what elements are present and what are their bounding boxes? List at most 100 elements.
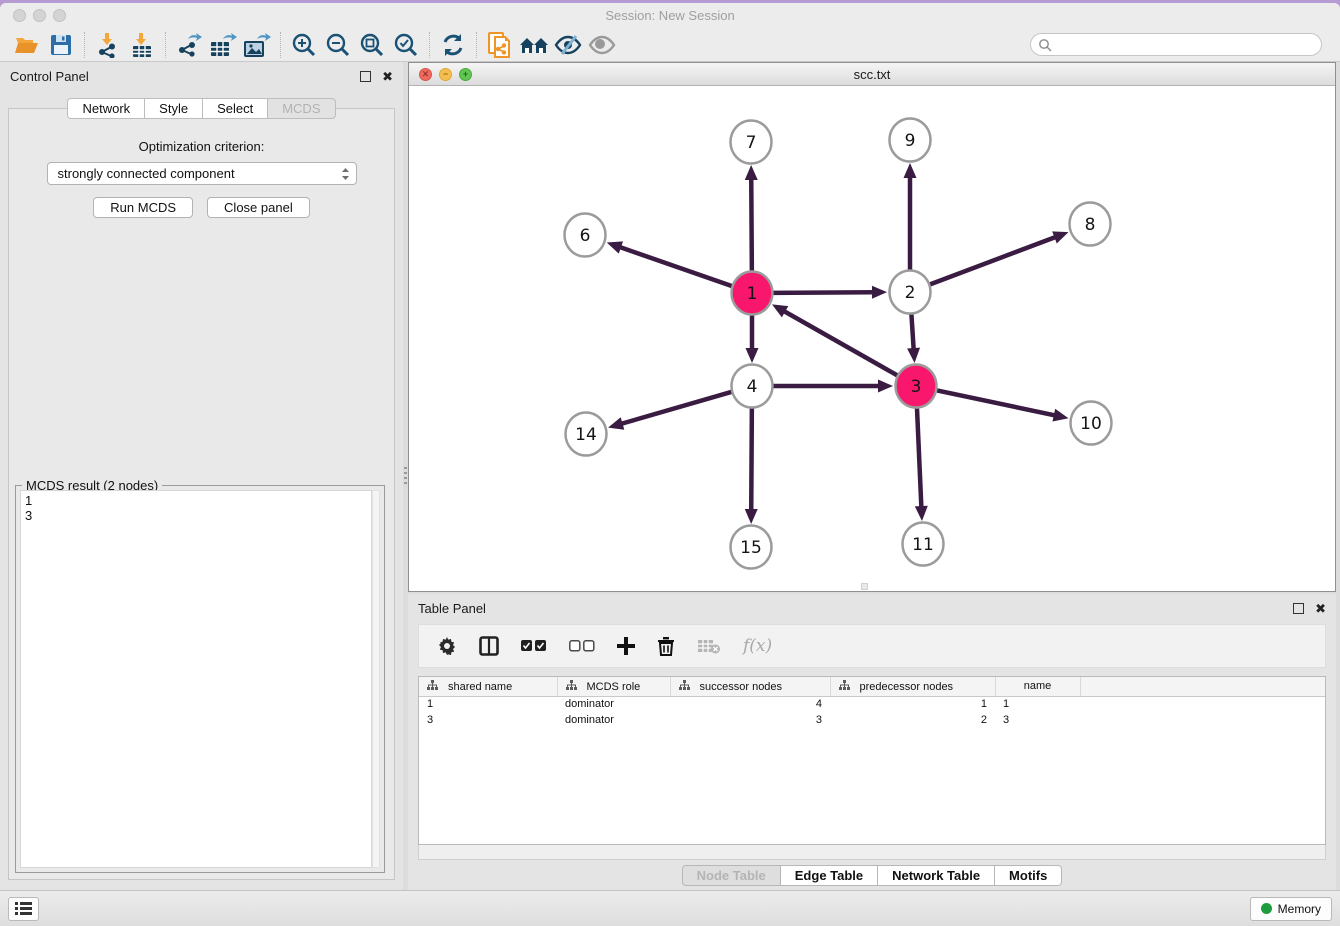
column-settings-icon[interactable] bbox=[479, 636, 499, 656]
column-header-name[interactable]: name bbox=[995, 677, 1080, 696]
edge-arrowhead bbox=[1052, 409, 1068, 422]
network-graph[interactable]: 1234678910111415 bbox=[409, 86, 1335, 586]
edge-arrowhead bbox=[608, 417, 624, 429]
table-scrollbar[interactable] bbox=[418, 845, 1326, 860]
column-header-MCDS-role[interactable]: MCDS role bbox=[557, 677, 670, 696]
zoom-in-icon[interactable] bbox=[287, 31, 321, 59]
tab-motifs[interactable]: Motifs bbox=[995, 865, 1062, 886]
float-table-panel-icon[interactable] bbox=[1293, 603, 1304, 614]
import-network-icon[interactable] bbox=[91, 31, 125, 59]
network-window-title: scc.txt bbox=[409, 67, 1335, 82]
network-zoom-button[interactable]: + bbox=[459, 68, 472, 81]
node-label: 10 bbox=[1080, 414, 1102, 434]
select-all-icon[interactable] bbox=[521, 640, 547, 652]
run-mcds-button[interactable]: Run MCDS bbox=[93, 197, 193, 218]
open-session-icon[interactable] bbox=[10, 31, 44, 59]
table-cell[interactable]: 1 bbox=[419, 696, 557, 712]
export-table-icon[interactable] bbox=[206, 31, 240, 59]
selected-option: strongly connected component bbox=[58, 166, 341, 181]
edge-arrowhead bbox=[872, 286, 887, 299]
float-panel-icon[interactable] bbox=[360, 71, 371, 82]
close-table-panel-icon[interactable]: ✖ bbox=[1315, 602, 1326, 615]
table-panel: Table Panel ✖ bbox=[408, 594, 1336, 890]
graph-edge-1-2[interactable] bbox=[773, 292, 874, 293]
tab-network-table[interactable]: Network Table bbox=[878, 865, 995, 886]
graph-edge-1-7[interactable] bbox=[751, 178, 752, 272]
delete-table-icon bbox=[697, 638, 721, 654]
table-tabbar: Node Table Edge Table Network Table Moti… bbox=[408, 860, 1336, 890]
mcds-result-box: MCDS result (2 nodes) 1 3 bbox=[15, 485, 385, 873]
table-cell[interactable]: 3 bbox=[670, 712, 830, 728]
delete-row-icon[interactable] bbox=[657, 636, 675, 656]
mcds-result-text[interactable]: 1 3 bbox=[20, 490, 372, 868]
export-image-icon[interactable] bbox=[240, 31, 274, 59]
table-row[interactable]: 1dominator411 bbox=[419, 696, 1325, 712]
table-cell[interactable]: 3 bbox=[419, 712, 557, 728]
graph-edge-3-10[interactable] bbox=[937, 390, 1056, 415]
table-cell[interactable]: 1 bbox=[830, 696, 995, 712]
edge-arrowhead bbox=[745, 165, 758, 180]
mcds-result-scrollbar[interactable] bbox=[372, 490, 380, 868]
graph-edge-4-14[interactable] bbox=[621, 392, 732, 424]
tab-node-table[interactable]: Node Table bbox=[682, 865, 781, 886]
deselect-all-icon[interactable] bbox=[569, 640, 595, 652]
edge-arrowhead bbox=[915, 506, 928, 521]
zoom-selected-icon[interactable] bbox=[389, 31, 423, 59]
node-label: 7 bbox=[746, 133, 757, 153]
table-cell[interactable]: dominator bbox=[557, 696, 670, 712]
node-table[interactable]: shared nameMCDS rolesuccessor nodesprede… bbox=[418, 676, 1326, 845]
table-cell[interactable]: 2 bbox=[830, 712, 995, 728]
tab-select[interactable]: Select bbox=[203, 98, 268, 119]
hide-selected-icon[interactable] bbox=[551, 31, 585, 59]
task-history-button[interactable] bbox=[8, 897, 39, 921]
table-toolbar: f(x) bbox=[418, 624, 1326, 668]
status-bar: Memory bbox=[0, 890, 1340, 926]
search-input[interactable] bbox=[1030, 33, 1322, 56]
tab-mcds[interactable]: MCDS bbox=[268, 98, 335, 119]
column-header-predecessor-nodes[interactable]: predecessor nodes bbox=[830, 677, 995, 696]
main-toolbar bbox=[0, 28, 1340, 62]
zoom-fit-icon[interactable] bbox=[355, 31, 389, 59]
table-cell-filler bbox=[1080, 712, 1325, 728]
refresh-view-icon[interactable] bbox=[436, 31, 470, 59]
close-panel-button[interactable]: Close panel bbox=[207, 197, 310, 218]
graph-edge-2-3[interactable] bbox=[911, 313, 913, 350]
table-row[interactable]: 3dominator323 bbox=[419, 712, 1325, 728]
node-label: 9 bbox=[905, 131, 916, 151]
table-cell[interactable]: dominator bbox=[557, 712, 670, 728]
add-row-icon[interactable] bbox=[617, 637, 635, 655]
tab-edge-table[interactable]: Edge Table bbox=[781, 865, 878, 886]
search-icon bbox=[1038, 38, 1052, 52]
tab-style[interactable]: Style bbox=[145, 98, 203, 119]
close-panel-icon[interactable]: ✖ bbox=[382, 70, 393, 83]
network-minimize-button[interactable]: − bbox=[439, 68, 452, 81]
optimization-criterion-select[interactable]: strongly connected component bbox=[47, 162, 357, 185]
graph-edge-1-6[interactable] bbox=[619, 247, 732, 286]
export-network-icon[interactable] bbox=[172, 31, 206, 59]
graph-edge-4-15[interactable] bbox=[751, 407, 752, 511]
column-header-successor-nodes[interactable]: successor nodes bbox=[670, 677, 830, 696]
panel-splitter[interactable] bbox=[403, 62, 408, 890]
tab-network[interactable]: Network bbox=[67, 98, 145, 119]
show-all-icon[interactable] bbox=[585, 31, 619, 59]
table-options-icon[interactable] bbox=[437, 636, 457, 656]
memory-button[interactable]: Memory bbox=[1250, 897, 1332, 921]
network-close-button[interactable]: ✕ bbox=[419, 68, 432, 81]
zoom-out-icon[interactable] bbox=[321, 31, 355, 59]
column-header-shared-name[interactable]: shared name bbox=[419, 677, 557, 696]
import-table-icon[interactable] bbox=[125, 31, 159, 59]
graph-edge-2-8[interactable] bbox=[930, 237, 1056, 285]
table-cell[interactable]: 1 bbox=[995, 696, 1080, 712]
new-network-from-selection-icon[interactable] bbox=[483, 31, 517, 59]
graph-edge-3-11[interactable] bbox=[917, 407, 921, 508]
table-cell[interactable]: 4 bbox=[670, 696, 830, 712]
toolbar-separator bbox=[429, 32, 430, 58]
table-cell[interactable]: 3 bbox=[995, 712, 1080, 728]
save-session-icon[interactable] bbox=[44, 31, 78, 59]
network-canvas[interactable]: 1234678910111415 bbox=[409, 86, 1335, 591]
canvas-resize-handle[interactable] bbox=[861, 583, 868, 590]
graph-edge-3-1[interactable] bbox=[783, 311, 897, 376]
node-label: 14 bbox=[575, 425, 597, 445]
titlebar: Session: New Session bbox=[0, 3, 1340, 28]
first-neighbors-icon[interactable] bbox=[517, 31, 551, 59]
